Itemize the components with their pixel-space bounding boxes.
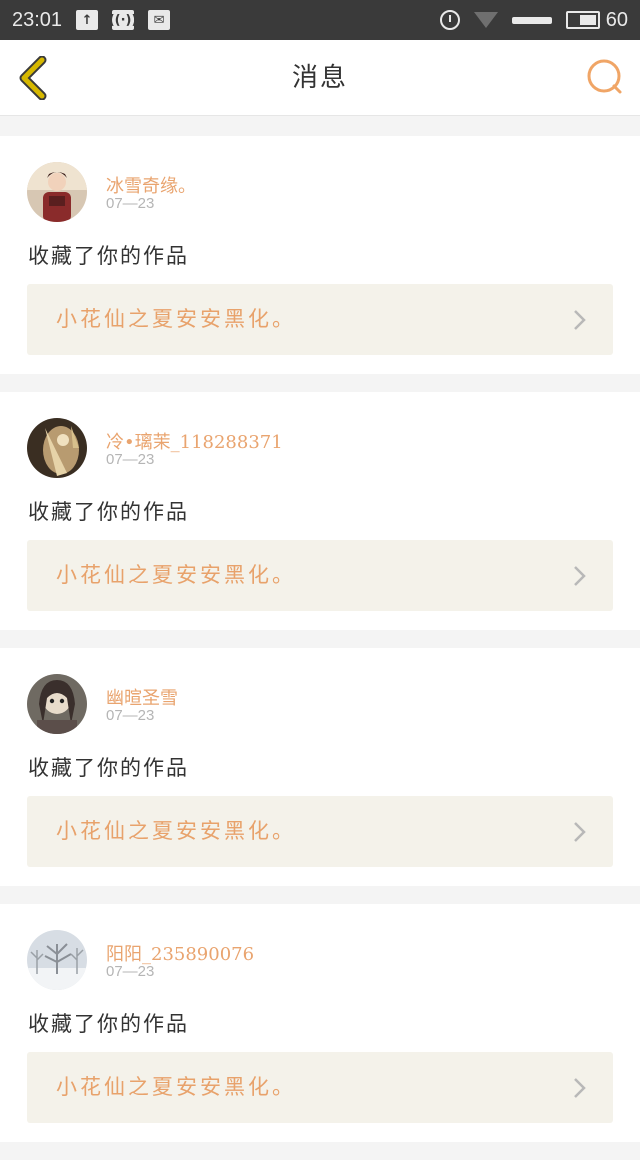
notification-action: 收藏了你的作品: [28, 756, 189, 780]
avatar[interactable]: [27, 930, 87, 990]
notification-action: 收藏了你的作品: [28, 244, 189, 268]
avatar[interactable]: [27, 162, 87, 222]
work-link[interactable]: 小花仙之夏安安黑化。: [27, 796, 613, 867]
notification-action: 收藏了你的作品: [28, 1012, 189, 1036]
work-title: 小花仙之夏安安黑化。: [56, 1075, 296, 1099]
work-link[interactable]: 小花仙之夏安安黑化。: [27, 540, 613, 611]
search-icon[interactable]: [586, 58, 624, 96]
chevron-right-icon: [574, 822, 586, 842]
battery-level: [579, 15, 596, 25]
chevron-right-icon: [574, 1078, 586, 1098]
avatar[interactable]: [27, 674, 87, 734]
chevron-right-icon: [574, 310, 586, 330]
chevron-right-icon: [574, 566, 586, 586]
notification-card: 幽暄圣雪 07—23 收藏了你的作品 小花仙之夏安安黑化。: [0, 648, 640, 886]
wifi-icon: [473, 12, 498, 28]
notification-date: 07—23: [106, 963, 155, 980]
signal-icon: [511, 16, 552, 24]
work-title: 小花仙之夏安安黑化。: [56, 563, 296, 587]
message-icon: ✉: [148, 10, 171, 30]
work-title: 小花仙之夏安安黑化。: [56, 307, 296, 331]
status-bar: 23:01 ↑ ((·)) ✉ 60: [0, 0, 640, 40]
battery-icon: [565, 11, 600, 29]
page-title: 消息: [291, 63, 348, 93]
work-link[interactable]: 小花仙之夏安安黑化。: [27, 1052, 613, 1123]
notification-card: 冷•璃茉_118288371 07—23 收藏了你的作品 小花仙之夏安安黑化。: [0, 392, 640, 630]
notification-card: 冰雪奇缘。 07—23 收藏了你的作品 小花仙之夏安安黑化。: [0, 136, 640, 374]
notification-date: 07—23: [106, 707, 155, 724]
battery-text: 60: [605, 8, 628, 31]
work-title: 小花仙之夏安安黑化。: [56, 819, 296, 843]
upload-icon: ↑: [76, 10, 99, 30]
notification-date: 07—23: [106, 451, 155, 468]
notification-action: 收藏了你的作品: [28, 500, 189, 524]
notification-date: 07—23: [106, 195, 155, 212]
status-time: 23:01: [12, 8, 63, 31]
alarm-icon: [439, 10, 460, 30]
notification-card: 阳阳_235890076 07—23 收藏了你的作品 小花仙之夏安安黑化。: [0, 904, 640, 1142]
notification-list: 冰雪奇缘。 07—23 收藏了你的作品 小花仙之夏安安黑化。 冷•璃茉_1182…: [0, 136, 640, 1160]
app-header: 消息: [0, 40, 640, 116]
work-link[interactable]: 小花仙之夏安安黑化。: [27, 284, 613, 355]
wireless-icon: ((·)): [109, 10, 137, 30]
avatar[interactable]: [27, 418, 87, 478]
